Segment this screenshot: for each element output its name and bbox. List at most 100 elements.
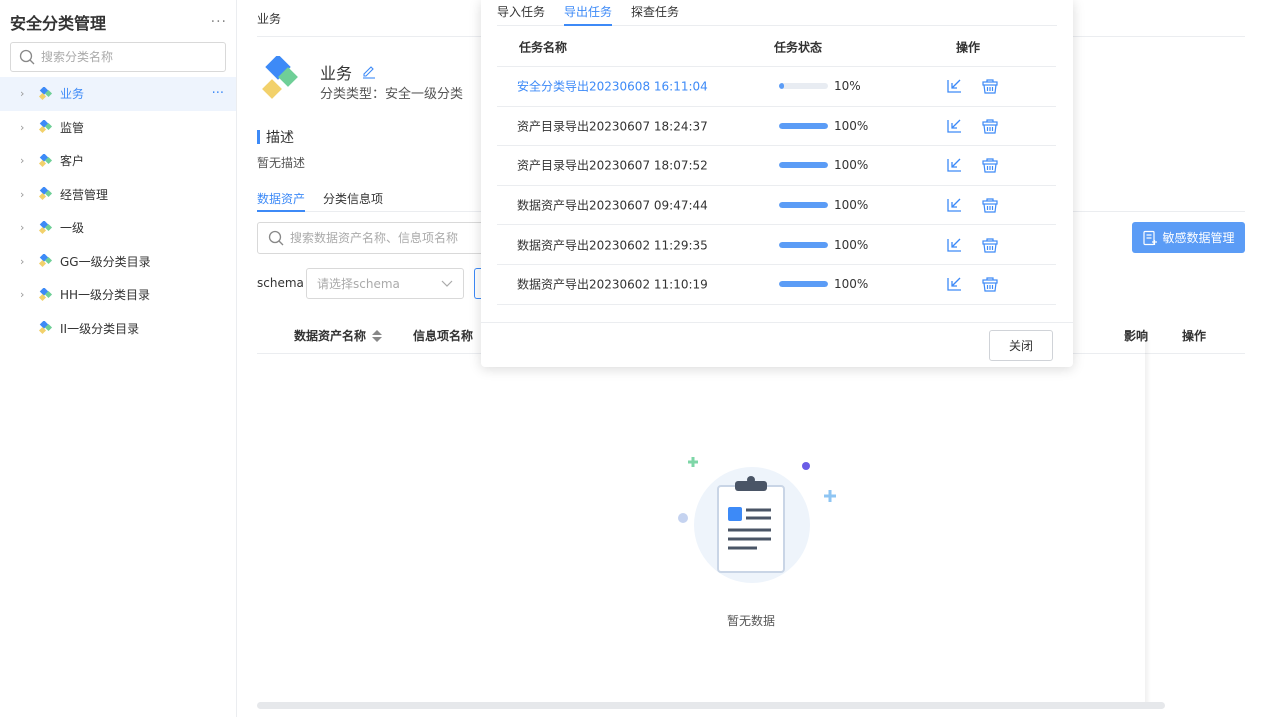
progress-bar-fill (779, 281, 828, 288)
sidebar-tree-item-label: HH一级分类目录 (60, 288, 151, 303)
popup-footer-divider (481, 322, 1073, 323)
chevron-right-icon[interactable]: › (20, 255, 34, 268)
download-icon[interactable] (946, 196, 964, 214)
edit-icon[interactable] (362, 65, 376, 79)
progress-bar-fill (779, 241, 828, 248)
tab-probe-tasks[interactable]: 探查任务 (631, 0, 679, 25)
schema-label: schema (257, 276, 304, 290)
task-tabs: 导入任务 导出任务 探查任务 (497, 0, 1057, 26)
download-icon[interactable] (946, 117, 964, 135)
task-status: 10% (779, 79, 861, 93)
sensitive-data-button[interactable]: 敏感数据管理 (1132, 222, 1245, 253)
category-type: 分类类型：安全一级分类 (320, 87, 464, 102)
category-tree: › 业务 ··· › 监管 › 客户 › 经营管理 › 一级 › GG一级分类目录 › HH一级分类目录 ›I… (0, 77, 236, 345)
chevron-right-icon[interactable]: › (20, 188, 34, 201)
empty-clipboard-icon (678, 457, 836, 583)
schema-select-placeholder: 请选择schema (317, 277, 400, 291)
asset-search (257, 222, 497, 254)
task-row: 数据资产导出20230602 11:10:19 100% (497, 265, 1056, 305)
search-icon (268, 230, 284, 246)
trash-basket-icon[interactable] (981, 275, 999, 293)
sidebar-tree-item[interactable]: › 业务 ··· (0, 77, 236, 111)
chevron-right-icon[interactable]: › (20, 154, 34, 167)
sidebar-tree-item[interactable]: › 经营管理 (0, 178, 236, 212)
description-title-text: 描述 (266, 130, 294, 146)
category-icon (38, 86, 53, 100)
tab-data-assets[interactable]: 数据资产 (257, 180, 306, 212)
task-row: 数据资产导出20230607 09:47:44 100% (497, 186, 1056, 226)
trash-basket-icon[interactable] (981, 156, 999, 174)
column-operation: 操作 (1182, 329, 1207, 343)
category-icon (38, 321, 53, 335)
sidebar-tree-item[interactable]: › 监管 (0, 111, 236, 145)
chevron-right-icon[interactable]: › (20, 87, 34, 100)
empty-state-text: 暂无数据 (727, 614, 776, 628)
sidebar-tree-item[interactable]: ›II一级分类目录 (0, 312, 236, 346)
fixed-column-shadow (1145, 340, 1151, 705)
item-more-button[interactable]: ··· (212, 86, 224, 101)
progress-label: 100% (834, 118, 869, 133)
tab-import-tasks[interactable]: 导入任务 (497, 0, 545, 25)
task-name: 数据资产导出20230607 09:47:44 (517, 198, 708, 213)
sidebar-more-button[interactable]: ··· (211, 14, 227, 30)
chevron-right-icon[interactable]: › (20, 221, 34, 234)
progress-bar-fill (779, 122, 828, 129)
sidebar-header: 安全分类管理 ··· (10, 10, 227, 34)
horizontal-scrollbar[interactable] (257, 702, 1165, 709)
close-button[interactable]: 关闭 (989, 330, 1053, 361)
column-task-op: 操作 (956, 40, 981, 55)
download-icon[interactable] (946, 236, 964, 254)
task-name: 资产目录导出20230607 18:24:37 (517, 119, 708, 134)
trash-basket-icon[interactable] (981, 196, 999, 214)
tab-classification-items[interactable]: 分类信息项 (323, 180, 383, 211)
progress-bar (779, 162, 828, 169)
sidebar-tree-item-label: 业务 (60, 87, 85, 102)
task-status: 100% (779, 158, 868, 172)
description-title: 描述 (257, 127, 294, 147)
schema-select[interactable]: 请选择schema (306, 268, 464, 299)
progress-label: 100% (834, 198, 869, 213)
trash-basket-icon[interactable] (981, 236, 999, 254)
sidebar-tree-item[interactable]: › 一级 (0, 211, 236, 245)
trash-basket-icon[interactable] (981, 117, 999, 135)
sidebar-tree-item[interactable]: › GG一级分类目录 (0, 245, 236, 279)
sidebar-tree-item-label: 监管 (60, 120, 85, 135)
sort-icon[interactable] (372, 329, 383, 342)
task-name: 数据资产导出20230602 11:10:19 (517, 277, 708, 292)
category-icon (38, 220, 53, 234)
progress-bar (779, 83, 828, 90)
sidebar-tree-item-label: 经营管理 (60, 187, 109, 202)
task-operations (946, 117, 999, 135)
download-icon[interactable] (946, 156, 964, 174)
task-operations (946, 275, 999, 293)
task-name[interactable]: 安全分类导出20230608 16:11:04 (517, 78, 708, 95)
sidebar-tree-item[interactable]: › HH一级分类目录 (0, 278, 236, 312)
category-icon (38, 287, 53, 301)
chevron-right-icon[interactable]: › (20, 121, 34, 134)
document-list-icon (1143, 230, 1158, 245)
column-asset-name[interactable]: 数据资产名称 (294, 327, 383, 344)
tab-export-tasks[interactable]: 导出任务 (564, 0, 613, 26)
sidebar-tree-item[interactable]: › 客户 (0, 144, 236, 178)
progress-bar-fill (779, 162, 828, 169)
task-popup: 导入任务 导出任务 探查任务 任务名称 任务状态 操作 安全分类导出202306… (481, 0, 1073, 367)
progress-bar (779, 241, 828, 248)
task-table: 任务名称 任务状态 操作 安全分类导出20230608 16:11:04 10% 资… (497, 28, 1056, 305)
chevron-down-icon (441, 280, 453, 287)
column-task-name: 任务名称 (519, 40, 568, 55)
category-name: 业务 (320, 60, 376, 84)
progress-label: 100% (834, 237, 869, 252)
sidebar-search-input[interactable] (41, 50, 211, 64)
task-table-header: 任务名称 任务状态 操作 (497, 28, 1056, 67)
task-row: 安全分类导出20230608 16:11:04 10% (497, 67, 1056, 107)
progress-label: 10% (834, 79, 861, 94)
download-icon[interactable] (946, 275, 964, 293)
column-asset-name-label: 数据资产名称 (294, 329, 367, 343)
asset-search-input[interactable] (290, 231, 490, 245)
progress-bar (779, 202, 828, 209)
chevron-right-icon[interactable]: › (20, 288, 34, 301)
sidebar: 安全分类管理 ··· › 业务 ··· › 监管 › 客户 › 经营管理 › 一级 › GG一级分类目录… (0, 0, 237, 717)
download-icon[interactable] (946, 77, 964, 95)
progress-bar-fill (779, 83, 784, 90)
trash-basket-icon[interactable] (981, 77, 999, 95)
